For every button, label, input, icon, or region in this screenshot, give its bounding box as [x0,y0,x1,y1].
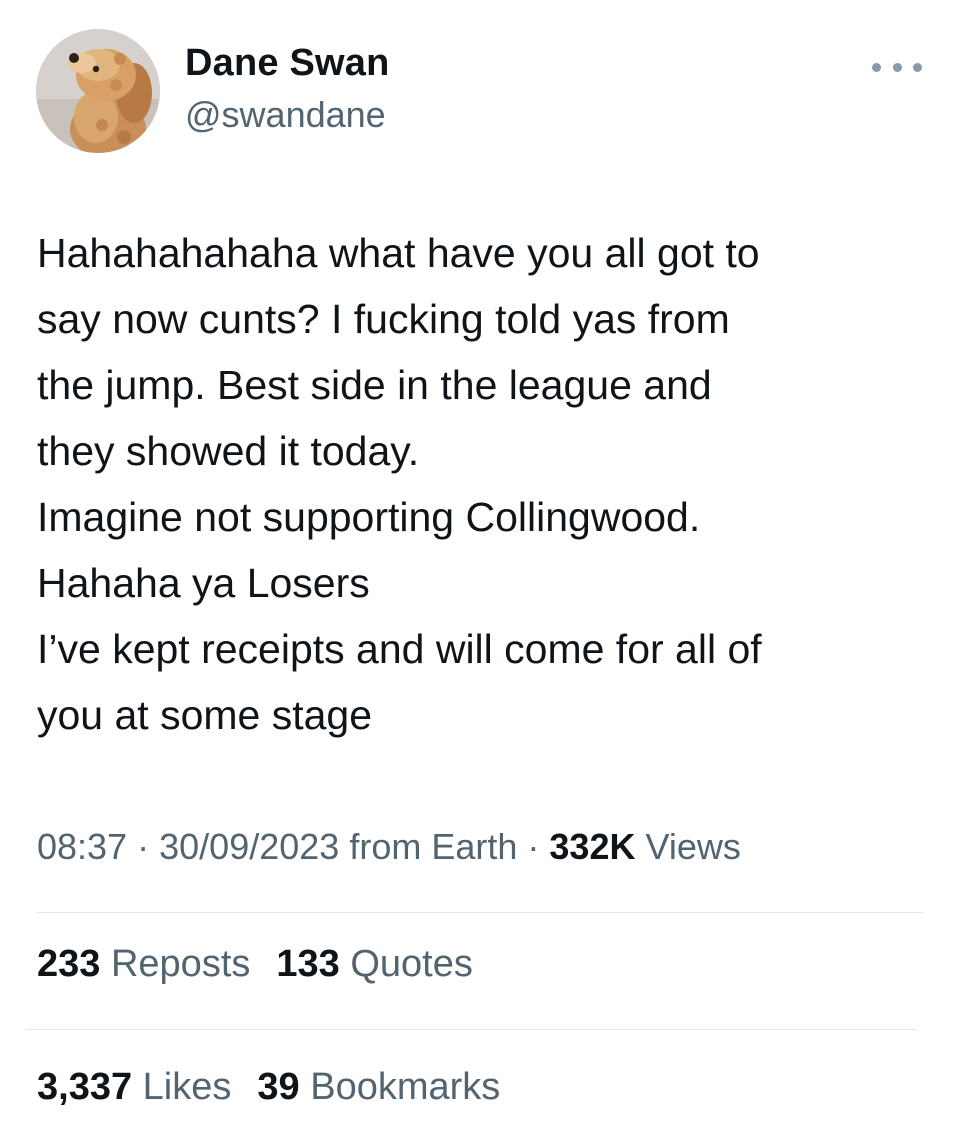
reposts-label: Reposts [110,943,251,985]
more-horizontal-icon [872,62,881,72]
quotes-label: Quotes [350,943,473,985]
tweet-source: from Earth [349,826,518,867]
display-name[interactable]: Dane Swan [185,42,390,85]
bookmarks-count: 39 [257,1066,300,1108]
engagement-row-reposts: 233 Reposts 133 Quotes [37,943,473,986]
user-handle[interactable]: @swandane [185,94,386,136]
likes-label: Likes [142,1066,232,1108]
tweet-detail: Dane Swan @swandane Hahahahahaha what ha… [0,0,960,1141]
meta-separator: · [137,826,150,867]
tweet-text-line: Hahahahahaha what have you all got to [37,230,760,276]
dog-avatar-photo [36,29,160,153]
divider [26,1029,916,1030]
quotes-stat[interactable]: 133 Quotes [276,943,473,986]
tweet-text-line: Hahaha ya Losers [37,560,370,606]
bookmarks-stat[interactable]: 39 Bookmarks [257,1066,500,1109]
more-horizontal-icon [892,62,902,72]
avatar[interactable] [36,29,160,153]
divider [37,912,923,913]
tweet-text: Hahahahahaha what have you all got to sa… [37,220,937,748]
reposts-count: 233 [37,943,101,985]
more-horizontal-icon [913,62,922,72]
tweet-text-line: say now cunts? I fucking told yas from [37,296,730,342]
engagement-row-likes: 3,337 Likes 39 Bookmarks [37,1066,500,1109]
likes-stat[interactable]: 3,337 Likes [37,1066,231,1109]
views-label: Views [645,826,741,867]
tweet-meta: 08:37 · 30/09/2023 from Earth · 332K Vie… [37,826,741,868]
tweet-text-line: I’ve kept receipts and will come for all… [37,626,762,672]
meta-separator: · [527,826,540,867]
tweet-date[interactable]: 30/09/2023 [159,826,339,867]
tweet-text-line: the jump. Best side in the league and [37,362,712,408]
quotes-count: 133 [276,943,340,985]
views-count: 332K [549,826,636,867]
tweet-text-line: Imagine not supporting Collingwood. [37,494,701,540]
likes-count: 3,337 [37,1066,133,1108]
more-options-button[interactable] [872,52,922,82]
reposts-stat[interactable]: 233 Reposts [37,943,250,986]
tweet-text-line: you at some stage [37,692,373,738]
tweet-time[interactable]: 08:37 [37,826,127,867]
bookmarks-label: Bookmarks [310,1066,501,1108]
tweet-text-line: they showed it today. [37,428,420,474]
